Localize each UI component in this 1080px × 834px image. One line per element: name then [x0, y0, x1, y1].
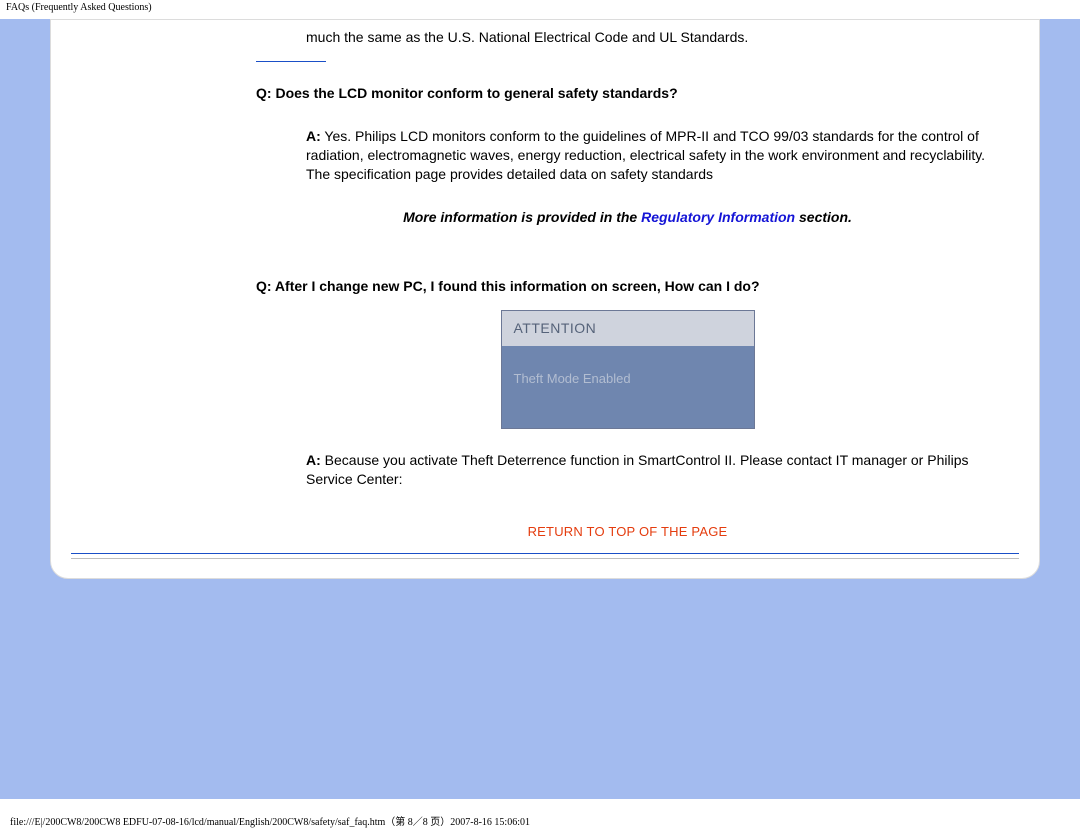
dialog-body: Theft Mode Enabled: [502, 346, 754, 428]
footer-path: file:///E|/200CW8/200CW8 EDFU-07-08-16/l…: [10, 813, 530, 828]
q2-answer: A: Because you activate Theft Deterrence…: [256, 451, 999, 489]
q2-prefix: Q:: [256, 278, 272, 294]
bottom-rules: [51, 553, 1039, 559]
q1-prefix: Q:: [256, 85, 272, 101]
q1-answer: A: Yes. Philips LCD monitors conform to …: [256, 127, 999, 184]
window-title: FAQs (Frequently Asked Questions): [0, 0, 1080, 19]
q2-a-prefix: A:: [306, 452, 321, 468]
attention-dialog: ATTENTION Theft Mode Enabled: [501, 310, 755, 428]
regulatory-info-link[interactable]: Regulatory Information: [641, 209, 795, 225]
more-info-after: section.: [795, 209, 852, 225]
intro-fragment: much the same as the U.S. National Elect…: [256, 28, 999, 47]
q2-answer-text: Because you activate Theft Deterrence fu…: [306, 452, 968, 487]
q1-question: Does the LCD monitor conform to general …: [272, 85, 678, 101]
page-background: much the same as the U.S. National Elect…: [0, 19, 1080, 799]
faq-q1: Q: Does the LCD monitor conform to gener…: [256, 84, 999, 184]
content-panel: much the same as the U.S. National Elect…: [50, 19, 1040, 579]
q2-question: After I change new PC, I found this info…: [272, 278, 760, 294]
q1-answer-text: Yes. Philips LCD monitors conform to the…: [306, 128, 985, 182]
return-top-link[interactable]: RETURN TO TOP OF THE PAGE: [528, 524, 728, 539]
more-info-before: More information is provided in the: [403, 209, 641, 225]
faq-q2: Q: After I change new PC, I found this i…: [256, 277, 999, 488]
dialog-title: ATTENTION: [502, 311, 754, 346]
rule-gray: [71, 558, 1019, 559]
more-info-line: More information is provided in the Regu…: [256, 209, 999, 225]
section-separator: [256, 61, 326, 62]
return-top-container: RETURN TO TOP OF THE PAGE: [256, 523, 999, 541]
q1-a-prefix: A:: [306, 128, 321, 144]
rule-blue: [71, 553, 1019, 554]
